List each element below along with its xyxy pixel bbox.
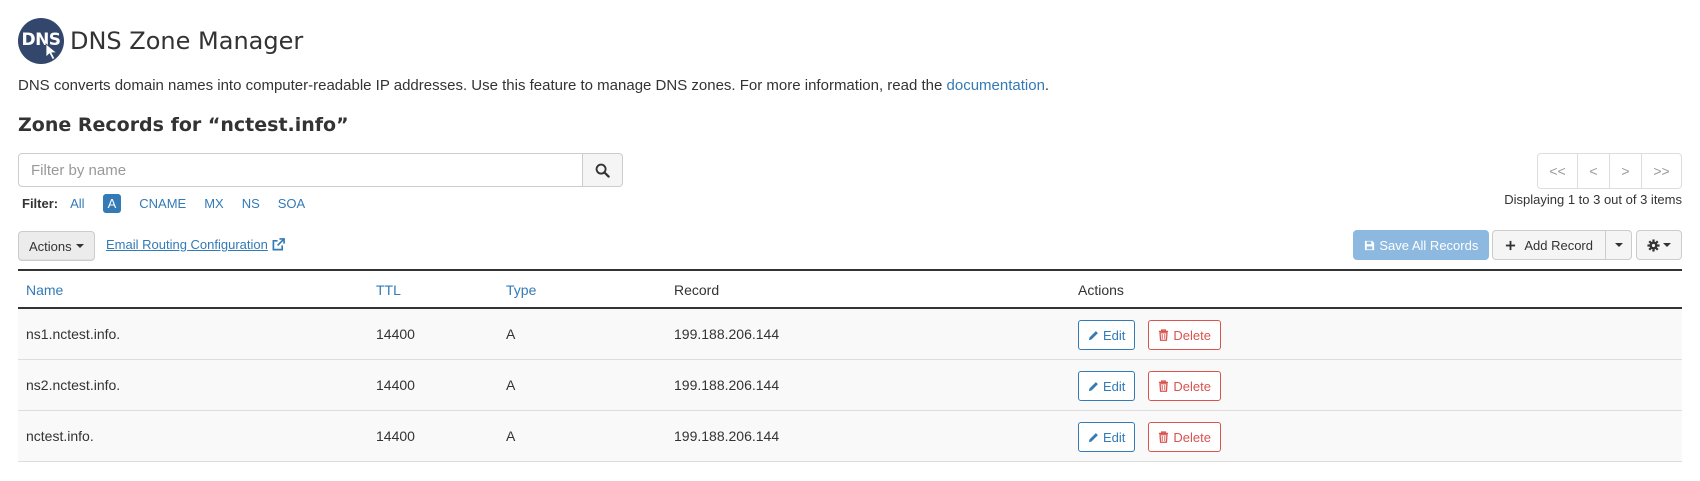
filter-a[interactable]: A [102, 194, 122, 213]
next-page-button[interactable]: > [1609, 153, 1642, 189]
save-icon [1365, 240, 1375, 250]
row-actions: Edit Delete [1078, 422, 1221, 452]
record-name: ns1.nctest.info. [26, 326, 121, 342]
actions-dropdown-button[interactable]: Actions [18, 231, 95, 261]
add-record-label: Add Record [1524, 237, 1593, 253]
gear-icon [1647, 238, 1660, 252]
record-ttl: 14400 [376, 428, 415, 444]
settings-dropdown-button[interactable] [1636, 230, 1682, 260]
record-ttl: 14400 [376, 377, 415, 393]
filter-mx[interactable]: MX [204, 196, 224, 211]
chevron-down-icon [1614, 243, 1623, 247]
search-icon [595, 163, 610, 178]
last-page-button[interactable]: >> [1641, 153, 1682, 189]
zone-records-table: Name TTL Type Record Actions ns1.nctest.… [18, 269, 1682, 462]
record-value: 199.188.206.144 [674, 428, 780, 444]
page-title: DNS Zone Manager [70, 27, 304, 55]
delete-button[interactable]: Delete [1148, 320, 1221, 350]
trash-icon [1159, 329, 1169, 341]
record-toolbar: Save All Records Add Record [1353, 230, 1682, 260]
filter-label: Filter: [22, 196, 59, 211]
edit-button[interactable]: Edit [1078, 320, 1136, 350]
previous-page-button[interactable]: < [1577, 153, 1610, 189]
documentation-link[interactable]: documentation [947, 77, 1045, 94]
type-filter: Filter: All A CNAME MX NS SOA [22, 194, 323, 213]
record-value: 199.188.206.144 [674, 326, 780, 342]
record-type: A [506, 428, 516, 444]
save-all-records-button[interactable]: Save All Records [1353, 230, 1490, 260]
chevron-down-icon [1663, 243, 1671, 247]
delete-label: Delete [1173, 429, 1211, 445]
search-button[interactable] [583, 153, 623, 187]
dns-logo: DNS [18, 18, 64, 64]
pencil-icon [1088, 330, 1098, 340]
delete-label: Delete [1173, 378, 1211, 394]
filter-ns[interactable]: NS [242, 196, 260, 211]
page-description: DNS converts domain names into computer-… [18, 77, 1049, 94]
page-header: DNS DNS Zone Manager [18, 18, 303, 64]
pencil-icon [1088, 381, 1098, 391]
table-row: nctest.info. 14400 A 199.188.206.144 Edi… [18, 411, 1682, 462]
pagination-summary: Displaying 1 to 3 out of 3 items [1504, 192, 1682, 207]
edit-label: Edit [1103, 327, 1126, 343]
edit-button[interactable]: Edit [1078, 371, 1136, 401]
record-value: 199.188.206.144 [674, 377, 780, 393]
edit-label: Edit [1103, 378, 1126, 394]
pencil-icon [1088, 432, 1098, 442]
record-ttl: 14400 [376, 326, 415, 342]
trash-icon [1159, 380, 1169, 392]
search-group [18, 153, 623, 187]
edit-label: Edit [1103, 429, 1126, 445]
row-actions: Edit Delete [1078, 371, 1221, 401]
pagination: << < > >> [1537, 153, 1682, 189]
column-header-name[interactable]: Name [26, 282, 63, 298]
plus-icon [1506, 240, 1516, 250]
record-type: A [506, 377, 516, 393]
column-header-record: Record [674, 282, 720, 298]
delete-button[interactable]: Delete [1148, 371, 1221, 401]
filter-all[interactable]: All [70, 196, 84, 211]
email-routing-link[interactable]: Email Routing Configuration [106, 237, 285, 252]
row-actions: Edit Delete [1078, 320, 1221, 350]
description-suffix: . [1044, 77, 1050, 94]
description-text: DNS converts domain names into computer-… [18, 77, 947, 94]
cursor-icon [45, 43, 58, 61]
actions-label: Actions [29, 238, 72, 254]
table-header: Name TTL Type Record Actions [18, 269, 1682, 309]
delete-button[interactable]: Delete [1148, 422, 1221, 452]
record-name: ns2.nctest.info. [26, 377, 121, 393]
add-record-dropdown-toggle[interactable] [1606, 230, 1632, 260]
column-header-actions: Actions [1078, 282, 1124, 298]
filter-soa[interactable]: SOA [278, 196, 305, 211]
column-header-type[interactable]: Type [506, 282, 536, 298]
chevron-down-icon [75, 244, 84, 248]
delete-label: Delete [1173, 327, 1211, 343]
record-name: nctest.info. [26, 428, 94, 444]
external-link-icon [272, 238, 285, 251]
table-row: ns1.nctest.info. 14400 A 199.188.206.144… [18, 309, 1682, 360]
record-type: A [506, 326, 516, 342]
zone-heading: Zone Records for “nctest.info” [18, 114, 349, 136]
add-record-button[interactable]: Add Record [1492, 230, 1606, 260]
edit-button[interactable]: Edit [1078, 422, 1136, 452]
first-page-button[interactable]: << [1537, 153, 1578, 189]
table-row: ns2.nctest.info. 14400 A 199.188.206.144… [18, 360, 1682, 411]
search-input[interactable] [18, 153, 583, 187]
column-header-ttl[interactable]: TTL [376, 282, 401, 298]
filter-cname[interactable]: CNAME [139, 196, 186, 211]
email-routing-label: Email Routing Configuration [106, 237, 268, 252]
save-all-label: Save All Records [1379, 237, 1479, 253]
trash-icon [1159, 431, 1169, 443]
